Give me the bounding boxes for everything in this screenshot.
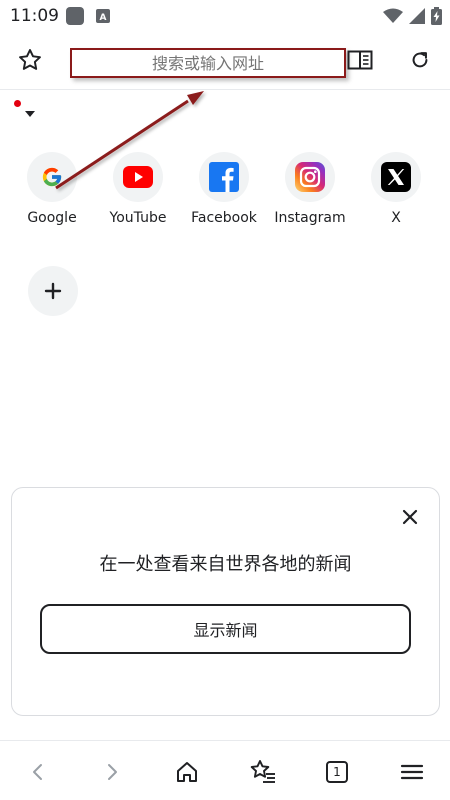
shortcut-label: Google	[27, 210, 77, 226]
plus-icon	[44, 282, 62, 300]
tabs-button[interactable]: 1	[320, 755, 354, 789]
shortcut-grid: Google YouTube Facebook Instagram X	[0, 152, 450, 242]
reader-view-icon[interactable]	[342, 42, 378, 78]
caret-down-icon	[25, 111, 35, 117]
status-bar: 11:09 A	[0, 0, 450, 32]
instagram-icon	[285, 152, 335, 202]
account-dot-icon	[14, 100, 21, 107]
status-right	[383, 6, 442, 26]
reload-icon[interactable]	[402, 42, 438, 78]
shortcut-youtube[interactable]: YouTube	[95, 152, 181, 226]
a-notification-icon: A	[96, 9, 110, 23]
status-time: 11:09	[10, 6, 59, 26]
menu-icon[interactable]	[395, 755, 429, 789]
svg-text:A: A	[100, 13, 107, 23]
shortcut-label: YouTube	[109, 210, 167, 226]
signal-icon	[409, 8, 425, 24]
battery-charging-icon	[431, 7, 442, 25]
url-bar[interactable]	[70, 48, 346, 78]
add-shortcut-button[interactable]	[28, 266, 78, 316]
shortcut-label: Instagram	[274, 210, 346, 226]
app-notification-icon	[66, 7, 84, 25]
show-news-button[interactable]: 显示新闻	[40, 604, 411, 654]
youtube-icon	[113, 152, 163, 202]
news-card: 在一处查看来自世界各地的新闻 显示新闻	[11, 487, 440, 716]
star-outline-icon[interactable]	[12, 42, 48, 78]
home-icon[interactable]	[170, 755, 204, 789]
account-switcher[interactable]	[14, 98, 38, 122]
close-icon[interactable]	[397, 504, 423, 530]
forward-icon[interactable]	[95, 755, 129, 789]
browser-toolbar	[0, 32, 450, 90]
shortcut-label: Facebook	[191, 210, 257, 226]
wifi-icon	[383, 8, 403, 23]
shortcut-x[interactable]: X	[353, 152, 439, 226]
shortcut-label: X	[391, 210, 401, 226]
url-input[interactable]	[72, 50, 344, 76]
news-card-title: 在一处查看来自世界各地的新闻	[99, 554, 352, 575]
shortcut-facebook[interactable]: Facebook	[181, 152, 267, 226]
shortcut-google[interactable]: Google	[9, 152, 95, 226]
facebook-icon	[199, 152, 249, 202]
x-icon	[371, 152, 421, 202]
back-icon[interactable]	[21, 755, 55, 789]
bookmarks-icon[interactable]	[246, 755, 280, 789]
tab-count: 1	[326, 761, 348, 783]
bottom-toolbar: 1	[0, 740, 450, 800]
google-icon	[27, 152, 77, 202]
shortcut-instagram[interactable]: Instagram	[267, 152, 353, 226]
